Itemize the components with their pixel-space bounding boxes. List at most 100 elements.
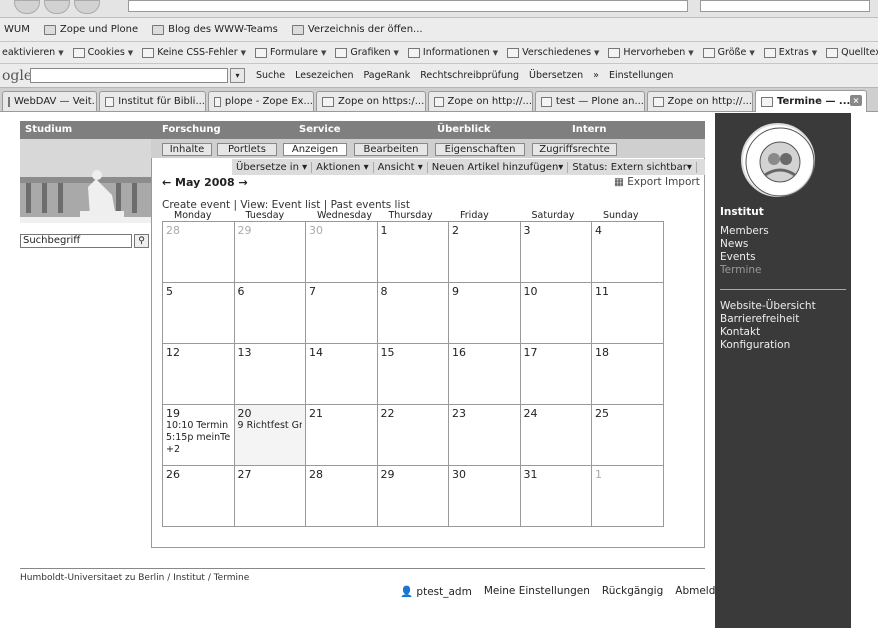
browser-tab[interactable]: Zope on http://... xyxy=(428,91,533,111)
sidebar-link[interactable]: Members xyxy=(720,225,769,238)
calendar-day[interactable]: 24 xyxy=(519,404,592,466)
calendar-day[interactable]: 31 xyxy=(519,465,592,527)
reload-button[interactable] xyxy=(74,0,100,14)
bookmark-item[interactable]: Verzeichnis der öffen... xyxy=(291,24,423,35)
webdev-menu[interactable]: Keine CSS-Fehler ▼ xyxy=(142,47,246,58)
browser-tab[interactable]: test — Plone an... xyxy=(535,91,645,111)
action-menu[interactable]: Ansicht ▾ xyxy=(374,161,428,173)
calendar-day[interactable]: 15 xyxy=(376,343,449,405)
calendar-event[interactable]: 5:15p meinTe xyxy=(166,432,231,444)
browser-tab[interactable]: plope - Zope Ex... xyxy=(208,91,314,111)
google-toolbar-item[interactable]: » xyxy=(593,70,599,81)
calendar-day[interactable]: 16 xyxy=(448,343,521,405)
calendar-day[interactable]: 28 xyxy=(305,465,378,527)
browser-tab[interactable]: Zope on http://... xyxy=(647,91,753,111)
google-toolbar-item[interactable]: Übersetzen xyxy=(529,70,583,81)
calendar-day[interactable]: 11 xyxy=(591,282,664,344)
google-search-input[interactable] xyxy=(30,68,228,83)
webdev-menu[interactable]: Größe ▼ xyxy=(702,47,755,58)
browser-tab[interactable]: Zope on https:/... xyxy=(316,91,426,111)
action-menu[interactable]: Übersetze in ▾ xyxy=(232,161,313,173)
sidebar-link[interactable]: Termine xyxy=(720,264,769,277)
calendar-day[interactable]: 1 xyxy=(376,221,449,283)
sidebar-link[interactable]: Barrierefreiheit xyxy=(720,313,816,326)
calendar-day[interactable]: 20 9 Richtfest Gr xyxy=(233,404,306,466)
webdev-menu[interactable]: Extras ▼ xyxy=(763,47,817,58)
google-search-dropdown[interactable]: ▾ xyxy=(230,68,245,83)
calendar-event[interactable]: 10:10 Termin xyxy=(166,420,231,432)
calendar-day[interactable]: 18 xyxy=(591,343,664,405)
calendar-day[interactable]: 23 xyxy=(448,404,521,466)
calendar-day[interactable]: 21 xyxy=(305,404,378,466)
sidebar-link[interactable]: News xyxy=(720,238,769,251)
bookmark-item[interactable]: Blog des WWW-Teams xyxy=(152,24,278,35)
google-toolbar-item[interactable]: Lesezeichen xyxy=(295,70,353,81)
nav-item[interactable]: Überblick xyxy=(437,124,491,135)
month-navigation[interactable]: ← May 2008 → xyxy=(162,176,248,189)
calendar-day[interactable]: 14 xyxy=(305,343,378,405)
calendar-day[interactable]: 29 xyxy=(376,465,449,527)
calendar-day[interactable]: 9 xyxy=(448,282,521,344)
footer-breadcrumb[interactable]: Humboldt-Universitaet zu Berlin / Instit… xyxy=(20,573,249,583)
nav-item[interactable]: Service xyxy=(299,124,341,135)
calendar-day[interactable]: 30 xyxy=(448,465,521,527)
calendar-day[interactable]: 29 xyxy=(233,221,306,283)
user-name[interactable]: 👤 ptest_adm xyxy=(400,585,472,598)
calendar-day[interactable]: 26 xyxy=(162,465,235,527)
google-toolbar-item[interactable]: Einstellungen xyxy=(609,70,673,81)
webdev-menu[interactable]: Grafiken ▼ xyxy=(335,47,399,58)
content-tab[interactable]: Zugriffsrechte xyxy=(532,143,617,156)
calendar-day[interactable]: 3 xyxy=(519,221,592,283)
content-tab[interactable]: Inhalte xyxy=(162,143,212,156)
calendar-day[interactable]: 4 xyxy=(591,221,664,283)
nav-item[interactable]: Forschung xyxy=(162,124,221,135)
search-icon[interactable]: ⚲ xyxy=(134,234,149,248)
browser-tab[interactable]: WebDAV — Veit... xyxy=(2,91,97,111)
user-link-undo[interactable]: Rückgängig xyxy=(602,585,663,598)
browser-search-input[interactable] xyxy=(700,0,870,12)
address-input[interactable] xyxy=(128,0,688,12)
calendar-day[interactable]: 22 xyxy=(376,404,449,466)
user-link-settings[interactable]: Meine Einstellungen xyxy=(484,585,590,598)
content-tab[interactable]: Eigenschaften xyxy=(435,143,525,156)
calendar-day[interactable]: 25 xyxy=(591,404,664,466)
calendar-day[interactable]: 28 xyxy=(162,221,235,283)
content-tab[interactable]: Portlets xyxy=(217,143,277,156)
calendar-event[interactable]: +2 xyxy=(166,444,231,456)
action-menu[interactable]: Status: Extern sichtbar▾ xyxy=(568,161,697,173)
calendar-day[interactable]: 30 xyxy=(305,221,378,283)
calendar-day[interactable]: 10 xyxy=(519,282,592,344)
calendar-day[interactable]: 19 10:10 Termin 5:15p meinTe +2 xyxy=(162,404,235,466)
browser-tab[interactable]: Termine — ... × xyxy=(755,90,867,112)
content-tab[interactable]: Anzeigen xyxy=(283,143,347,156)
webdev-menu[interactable]: eaktivieren ▼ xyxy=(2,47,64,58)
calendar-day[interactable]: 2 xyxy=(448,221,521,283)
content-tab[interactable]: Bearbeiten xyxy=(354,143,428,156)
calendar-day[interactable]: 1 xyxy=(591,465,664,527)
webdev-menu[interactable]: Verschiedenes ▼ xyxy=(507,47,599,58)
close-icon[interactable]: × xyxy=(850,95,862,106)
bookmark-item[interactable]: Zope und Plone xyxy=(43,24,138,35)
google-toolbar-item[interactable]: Suche xyxy=(256,70,285,81)
sidebar-link[interactable]: Konfiguration xyxy=(720,339,816,352)
sidebar-link[interactable]: Events xyxy=(720,251,769,264)
calendar-day[interactable]: 27 xyxy=(233,465,306,527)
google-toolbar-item[interactable]: PageRank xyxy=(364,70,411,81)
back-button[interactable] xyxy=(14,0,40,14)
site-search-input[interactable]: Suchbegriff xyxy=(20,234,132,248)
calendar-day[interactable]: 7 xyxy=(305,282,378,344)
action-menu[interactable]: Aktionen ▾ xyxy=(312,161,374,173)
nav-item[interactable]: Studium xyxy=(25,124,72,135)
export-import-links[interactable]: ▦ Export Import xyxy=(614,176,700,188)
action-menu[interactable]: Neuen Artikel hinzufügen▾ xyxy=(428,161,569,173)
calendar-event[interactable]: 9 Richtfest Gr xyxy=(238,420,303,432)
calendar-day[interactable]: 17 xyxy=(519,343,592,405)
webdev-menu[interactable]: Quelltext▼ xyxy=(826,47,878,58)
forward-button[interactable] xyxy=(44,0,70,14)
sidebar-link[interactable]: Website-Übersicht xyxy=(720,300,816,313)
calendar-day[interactable]: 12 xyxy=(162,343,235,405)
browser-tab[interactable]: Institut für Bibli... xyxy=(99,91,206,111)
google-toolbar-item[interactable]: Rechtschreibprüfung xyxy=(420,70,519,81)
webdev-menu[interactable]: Informationen ▼ xyxy=(407,47,498,58)
calendar-day[interactable]: 8 xyxy=(376,282,449,344)
